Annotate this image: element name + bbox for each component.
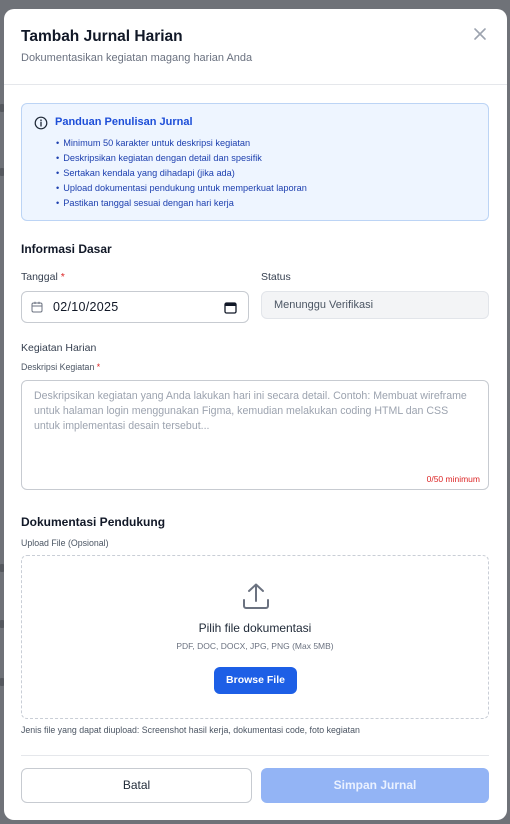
cancel-button[interactable]: Batal	[21, 768, 252, 803]
description-label-text: Deskripsi Kegiatan	[21, 362, 95, 372]
modal-header: Tambah Jurnal Harian Dokumentasikan kegi…	[4, 9, 507, 85]
file-dropzone[interactable]: Pilih file dokumentasi PDF, DOC, DOCX, J…	[21, 555, 489, 719]
description-textarea[interactable]	[22, 381, 488, 489]
save-journal-button[interactable]: Simpan Jurnal	[261, 768, 489, 803]
file-type-hint: Jenis file yang dapat diupload: Screensh…	[21, 725, 360, 735]
character-counter: 0/50 minimum	[426, 474, 480, 484]
description-label: Deskripsi Kegiatan *	[21, 362, 100, 372]
status-label: Status	[261, 271, 291, 283]
basic-info-heading: Informasi Dasar	[21, 242, 112, 256]
info-icon	[34, 116, 48, 130]
documentation-heading: Dokumentasi Pendukung	[21, 515, 166, 529]
guide-list: Minimum 50 karakter untuk deskripsi kegi…	[56, 136, 307, 211]
date-label: Tanggal *	[21, 271, 65, 283]
date-value: 02/10/2025	[53, 300, 119, 314]
status-field: Menunggu Verifikasi	[261, 291, 489, 319]
upload-icon	[243, 583, 269, 609]
required-mark: *	[60, 271, 65, 283]
date-input[interactable]: 02/10/2025	[21, 291, 249, 323]
status-value: Menunggu Verifikasi	[274, 299, 374, 311]
writing-guide-panel: Panduan Penulisan Jurnal Minimum 50 kara…	[21, 103, 489, 221]
close-icon[interactable]	[471, 25, 489, 43]
dropzone-title: Pilih file dokumentasi	[198, 621, 312, 635]
calendar-icon	[31, 301, 43, 313]
allowed-file-types: PDF, DOC, DOCX, JPG, PNG (Max 5MB)	[176, 641, 334, 651]
guide-item: Pastikan tanggal sesuai dengan hari kerj…	[56, 196, 307, 211]
footer-divider	[21, 755, 489, 756]
guide-title: Panduan Penulisan Jurnal	[55, 116, 193, 128]
calendar-picker-icon[interactable]	[224, 301, 237, 314]
add-journal-modal: Tambah Jurnal Harian Dokumentasikan kegi…	[4, 9, 507, 820]
upload-label: Upload File (Opsional)	[21, 538, 109, 548]
modal-subtitle: Dokumentasikan kegiatan magang harian An…	[21, 52, 253, 64]
date-label-text: Tanggal	[21, 271, 58, 283]
modal-title: Tambah Jurnal Harian	[21, 28, 183, 45]
guide-item: Sertakan kendala yang dihadapi (jika ada…	[56, 166, 307, 181]
description-field: 0/50 minimum	[21, 380, 489, 490]
required-mark: *	[96, 362, 101, 372]
guide-item: Deskripsikan kegiatan dengan detail dan …	[56, 151, 307, 166]
guide-item: Upload dokumentasi pendukung untuk mempe…	[56, 181, 307, 196]
activity-heading: Kegiatan Harian	[21, 342, 97, 354]
browse-file-button[interactable]: Browse File	[214, 667, 297, 694]
guide-item: Minimum 50 karakter untuk deskripsi kegi…	[56, 136, 307, 151]
